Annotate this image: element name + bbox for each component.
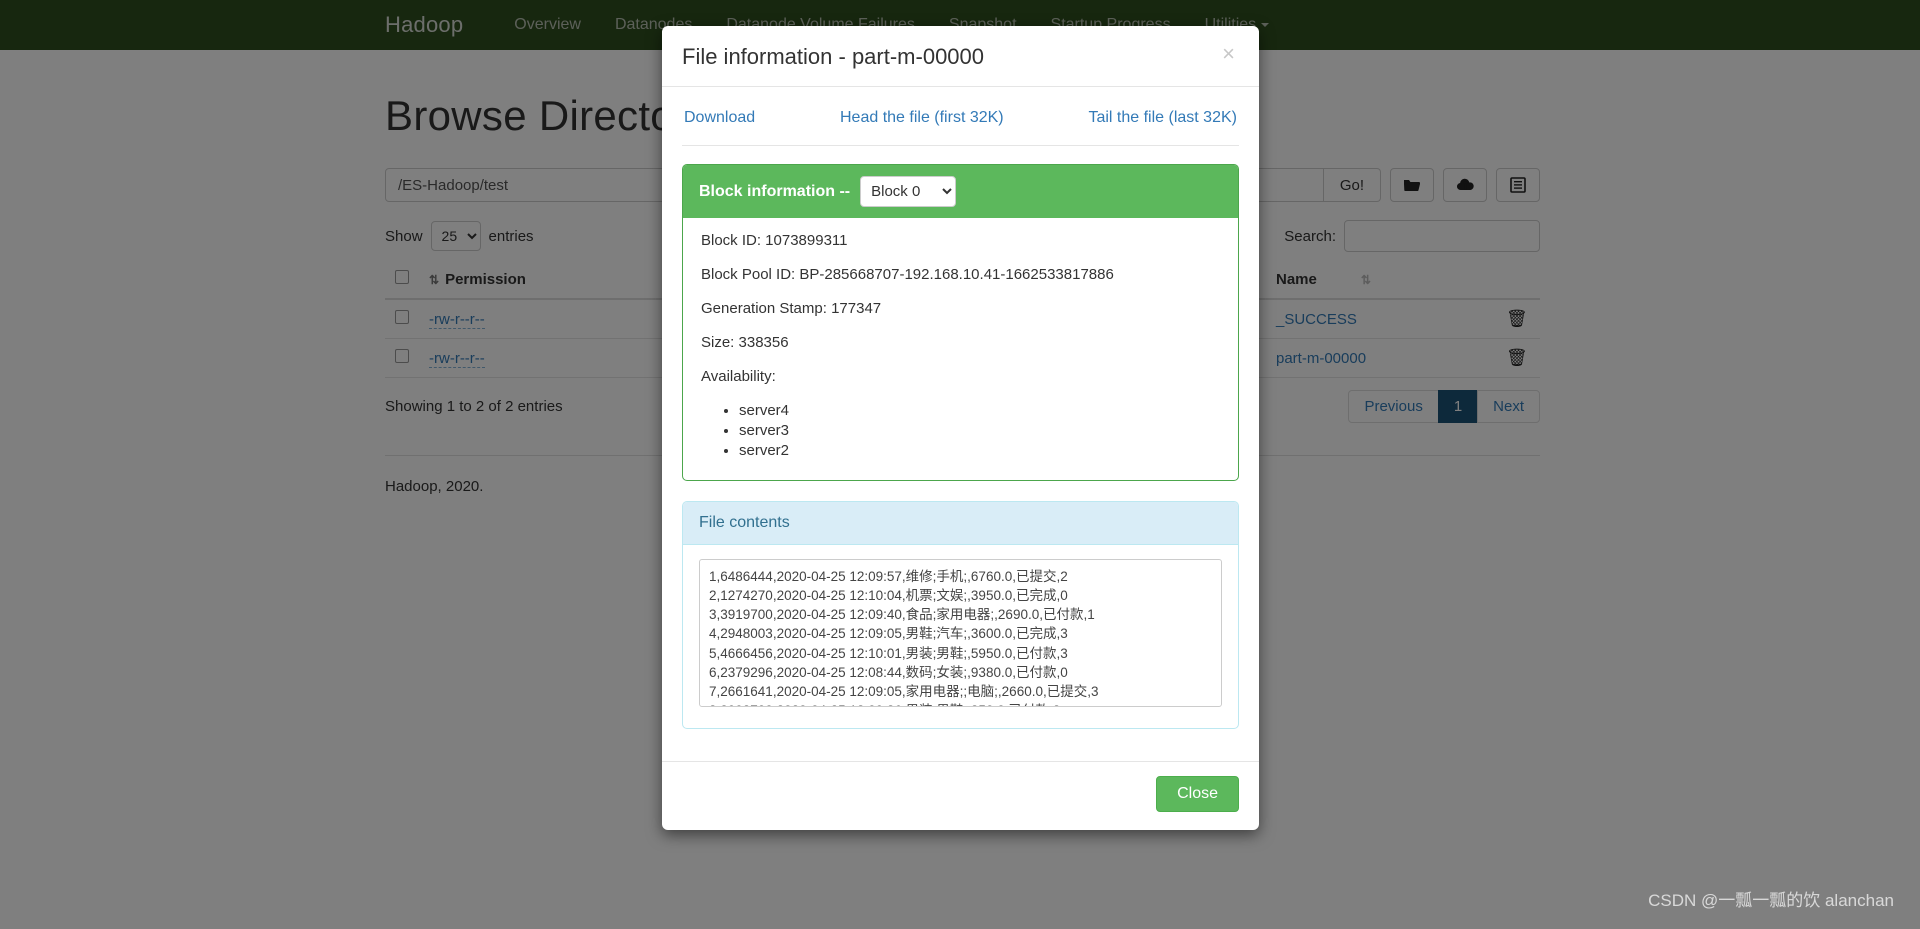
availability-list: server4 server3 server2 — [701, 402, 1220, 459]
generation-stamp: Generation Stamp: 177347 — [701, 300, 882, 317]
block-pool-id: Block Pool ID: BP-285668707-192.168.10.4… — [701, 266, 1114, 283]
list-item: server3 — [739, 422, 1220, 439]
watermark: CSDN @一瓢一瓢的饮 alanchan — [1648, 891, 1894, 910]
block-information-body: Block ID: 1073899311 Block Pool ID: BP-2… — [683, 218, 1238, 480]
close-icon[interactable]: × — [1216, 42, 1241, 66]
file-contents-body: 1,6486444,2020-04-25 12:09:57,维修;手机;,676… — [683, 545, 1238, 728]
block-select[interactable]: Block 0 — [860, 176, 957, 207]
block-size: Size: 338356 — [701, 334, 789, 351]
file-information-modal: File information - part-m-00000 × Downlo… — [662, 26, 1259, 830]
file-contents-header: File contents — [683, 502, 1238, 545]
tail-file-link[interactable]: Tail the file (last 32K) — [1088, 109, 1237, 127]
availability-label: Availability: — [701, 368, 776, 385]
block-information-panel: Block information -- Block 0 Block ID: 1… — [682, 164, 1239, 481]
file-contents-panel: File contents 1,6486444,2020-04-25 12:09… — [682, 501, 1239, 729]
close-button[interactable]: Close — [1156, 776, 1239, 812]
modal-header: File information - part-m-00000 × — [662, 26, 1259, 87]
block-id: Block ID: 1073899311 — [701, 232, 848, 249]
modal-title: File information - part-m-00000 — [682, 44, 985, 69]
block-information-label: Block information -- — [699, 182, 851, 200]
file-contents-textarea[interactable]: 1,6486444,2020-04-25 12:09:57,维修;手机;,676… — [699, 559, 1222, 707]
modal-footer: Close — [662, 761, 1259, 830]
list-item: server4 — [739, 402, 1220, 419]
list-item: server2 — [739, 442, 1220, 459]
modal-body: Download Head the file (first 32K) Tail … — [662, 87, 1259, 761]
file-actions-row: Download Head the file (first 32K) Tail … — [682, 103, 1239, 146]
page-root: Hadoop Overview Datanodes Datanode Volum… — [0, 0, 1920, 929]
head-file-link[interactable]: Head the file (first 32K) — [840, 109, 1004, 127]
block-information-header: Block information -- Block 0 — [683, 165, 1238, 218]
download-link[interactable]: Download — [684, 109, 755, 127]
